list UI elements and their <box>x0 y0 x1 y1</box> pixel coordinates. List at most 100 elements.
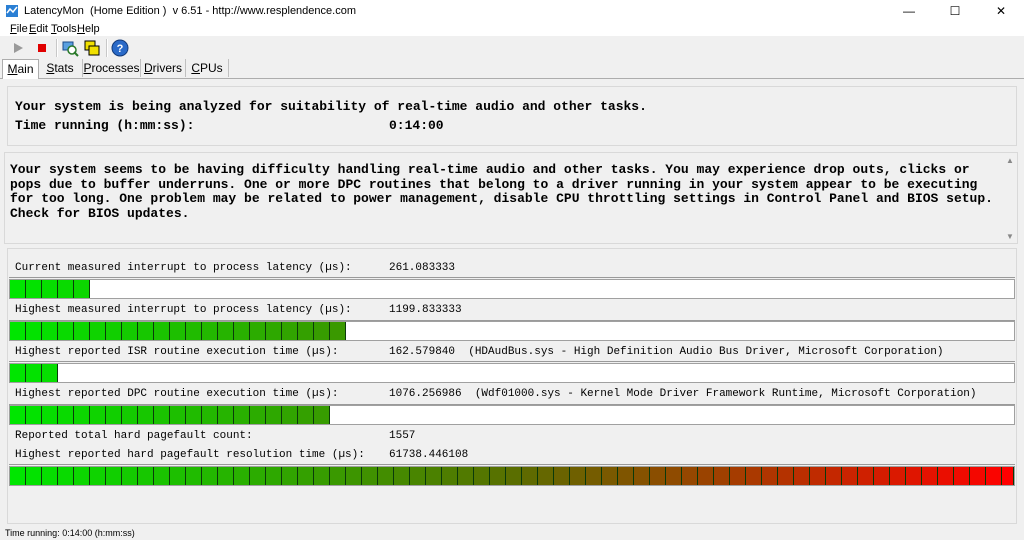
stop-icon <box>38 44 46 52</box>
bar-segment <box>650 467 666 485</box>
bar-segment <box>634 467 650 485</box>
bar-segment <box>282 467 298 485</box>
bar-segment <box>986 467 1002 485</box>
metric-value: 1557 <box>389 430 416 442</box>
maximize-button[interactable]: ☐ <box>932 0 978 22</box>
bar-segment <box>298 406 314 424</box>
latency-bar <box>9 466 1015 486</box>
windows-button[interactable] <box>82 38 102 58</box>
bar-segment <box>74 467 90 485</box>
latency-bar <box>9 279 1015 299</box>
bar-segment <box>778 467 794 485</box>
header-panel <box>7 86 1017 146</box>
title-bar: LatencyMon (Home Edition ) v 6.51 - http… <box>0 0 1024 23</box>
menu-edit[interactable]: Edit <box>29 23 48 35</box>
metric-label: Highest measured interrupt to process la… <box>15 304 352 316</box>
latency-bar <box>9 363 1015 383</box>
bar-segment <box>74 280 90 298</box>
metric-label: Highest reported ISR routine execution t… <box>15 346 339 358</box>
bar-segment <box>730 467 746 485</box>
stop-button[interactable] <box>32 38 52 58</box>
help-icon: ? <box>111 39 129 57</box>
bar-segment <box>58 467 74 485</box>
scroll-down-icon[interactable]: ▼ <box>1006 232 1014 241</box>
bar-segment <box>250 406 266 424</box>
bar-segment <box>938 467 954 485</box>
bar-segment <box>458 467 474 485</box>
bar-segment <box>794 467 810 485</box>
bar-segment <box>266 406 282 424</box>
bar-segment <box>586 467 602 485</box>
bar-segment <box>138 406 154 424</box>
bar-fill <box>10 364 58 382</box>
bar-segment <box>90 322 106 340</box>
bar-segment <box>234 406 250 424</box>
analysis-status-text: Your system is being analyzed for suitab… <box>15 99 647 114</box>
bar-segment <box>298 467 314 485</box>
metric-value: 1076.256986 (Wdf01000.sys - Kernel Mode … <box>389 388 977 400</box>
menu-help[interactable]: Help <box>77 23 100 35</box>
toolbar: ? <box>0 36 1024 60</box>
bar-segment <box>202 467 218 485</box>
bar-segment <box>90 406 106 424</box>
bar-segment <box>1002 467 1014 485</box>
svg-text:?: ? <box>117 43 124 55</box>
bar-segment <box>234 322 250 340</box>
bar-segment <box>906 467 922 485</box>
bar-segment <box>826 467 842 485</box>
help-button[interactable]: ? <box>110 38 130 58</box>
bar-segment <box>266 322 282 340</box>
bar-segment <box>362 467 378 485</box>
bar-segment <box>618 467 634 485</box>
bar-segment <box>26 322 42 340</box>
start-button[interactable] <box>8 38 28 58</box>
bar-segment <box>122 406 138 424</box>
latencymon-app-icon <box>6 5 18 17</box>
bar-segment <box>602 467 618 485</box>
latency-bar <box>9 405 1015 425</box>
window-title: LatencyMon (Home Edition ) v 6.51 - http… <box>24 5 356 17</box>
bar-segment <box>426 467 442 485</box>
bar-segment <box>10 364 26 382</box>
bar-segment <box>874 467 890 485</box>
bar-segment <box>58 406 74 424</box>
bar-segment <box>330 467 346 485</box>
tab-stats[interactable]: Stats <box>38 59 83 77</box>
scroll-up-icon[interactable]: ▲ <box>1006 156 1014 165</box>
bar-segment <box>666 467 682 485</box>
bar-segment <box>218 322 234 340</box>
bar-segment <box>26 406 42 424</box>
menu-tools[interactable]: Tools <box>51 23 77 35</box>
toolbar-separator <box>106 39 108 57</box>
menu-file[interactable]: File <box>10 23 28 35</box>
bar-segment <box>266 467 282 485</box>
metric-detail: (HDAudBus.sys - High Definition Audio Bu… <box>468 346 944 358</box>
time-running-value: 0:14:00 <box>389 118 444 133</box>
latency-bar <box>9 321 1015 341</box>
bar-segment <box>106 406 122 424</box>
view-button[interactable] <box>60 38 80 58</box>
bar-segment <box>154 322 170 340</box>
tab-main[interactable]: Main <box>2 59 39 79</box>
bar-segment <box>714 467 730 485</box>
bar-segment <box>746 467 762 485</box>
bar-segment <box>810 467 826 485</box>
metric-separator <box>9 277 1015 278</box>
bar-fill <box>10 406 330 424</box>
bar-segment <box>58 322 74 340</box>
minimize-button[interactable]: — <box>886 0 932 22</box>
tab-cpus[interactable]: CPUs <box>186 59 229 77</box>
bar-segment <box>26 280 42 298</box>
bar-segment <box>154 467 170 485</box>
bar-segment <box>90 467 106 485</box>
bar-segment <box>314 322 330 340</box>
bar-segment <box>762 467 778 485</box>
bar-segment <box>250 322 266 340</box>
bar-segment <box>42 364 58 382</box>
bar-segment <box>202 322 218 340</box>
bar-segment <box>698 467 714 485</box>
tab-processes[interactable]: Processes <box>83 59 141 77</box>
close-button[interactable]: ✕ <box>978 0 1024 22</box>
tab-drivers[interactable]: Drivers <box>141 59 186 77</box>
bar-segment <box>26 467 42 485</box>
